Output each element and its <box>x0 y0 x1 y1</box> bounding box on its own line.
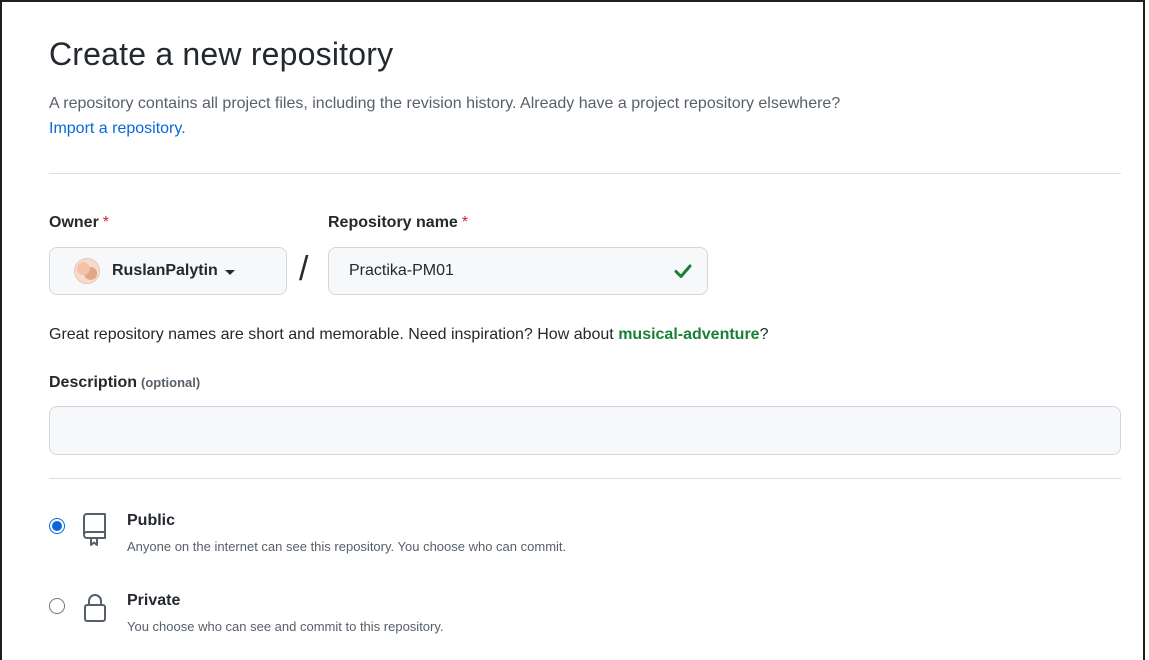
avatar <box>74 258 100 284</box>
repository-name-hint: Great repository names are short and mem… <box>49 326 768 344</box>
owner-name: RuslanPalytin <box>112 262 218 279</box>
repository-name-label: Repository name * <box>328 214 468 232</box>
repository-name-input[interactable]: Practika-PM01 <box>328 247 708 295</box>
owner-label-text: Owner <box>49 214 99 231</box>
owner-label: Owner * <box>49 214 109 232</box>
page-title: Create a new repository <box>49 36 394 72</box>
visibility-option-public[interactable]: Public Anyone on the internet can see th… <box>49 512 1121 562</box>
private-title: Private <box>127 592 181 609</box>
description-label: Description (optional) <box>49 374 200 392</box>
description-optional: (optional) <box>141 375 201 390</box>
divider <box>49 173 1121 174</box>
name-suggestion-link[interactable]: musical-adventure <box>618 326 759 343</box>
hint-end: ? <box>759 326 769 343</box>
description-label-text: Description <box>49 374 138 391</box>
import-repository-link[interactable]: Import a repository. <box>49 120 186 137</box>
repo-icon <box>83 513 106 546</box>
owner-required-mark: * <box>102 214 110 231</box>
caret-down-icon <box>224 269 235 275</box>
public-title: Public <box>127 512 176 529</box>
owner-dropdown[interactable]: RuslanPalytin <box>49 247 287 295</box>
divider <box>49 478 1121 479</box>
repository-name-value: Practika-PM01 <box>349 262 454 279</box>
subtitle-text: A repository contains all project files,… <box>49 95 841 112</box>
repository-name-required-mark: * <box>461 214 469 231</box>
owner-repo-separator: / <box>299 250 309 288</box>
private-description: You choose who can see and commit to thi… <box>127 619 444 634</box>
description-input[interactable] <box>49 406 1121 455</box>
page-subtitle: A repository contains all project files,… <box>49 91 1121 141</box>
visibility-option-private[interactable]: Private You choose who can see and commi… <box>49 592 1121 642</box>
public-description: Anyone on the internet can see this repo… <box>127 539 567 554</box>
lock-icon <box>84 594 106 622</box>
check-icon <box>674 264 692 278</box>
public-radio[interactable] <box>49 518 65 534</box>
repository-name-label-text: Repository name <box>328 214 458 231</box>
hint-text: Great repository names are short and mem… <box>49 326 619 343</box>
private-radio[interactable] <box>49 598 65 614</box>
